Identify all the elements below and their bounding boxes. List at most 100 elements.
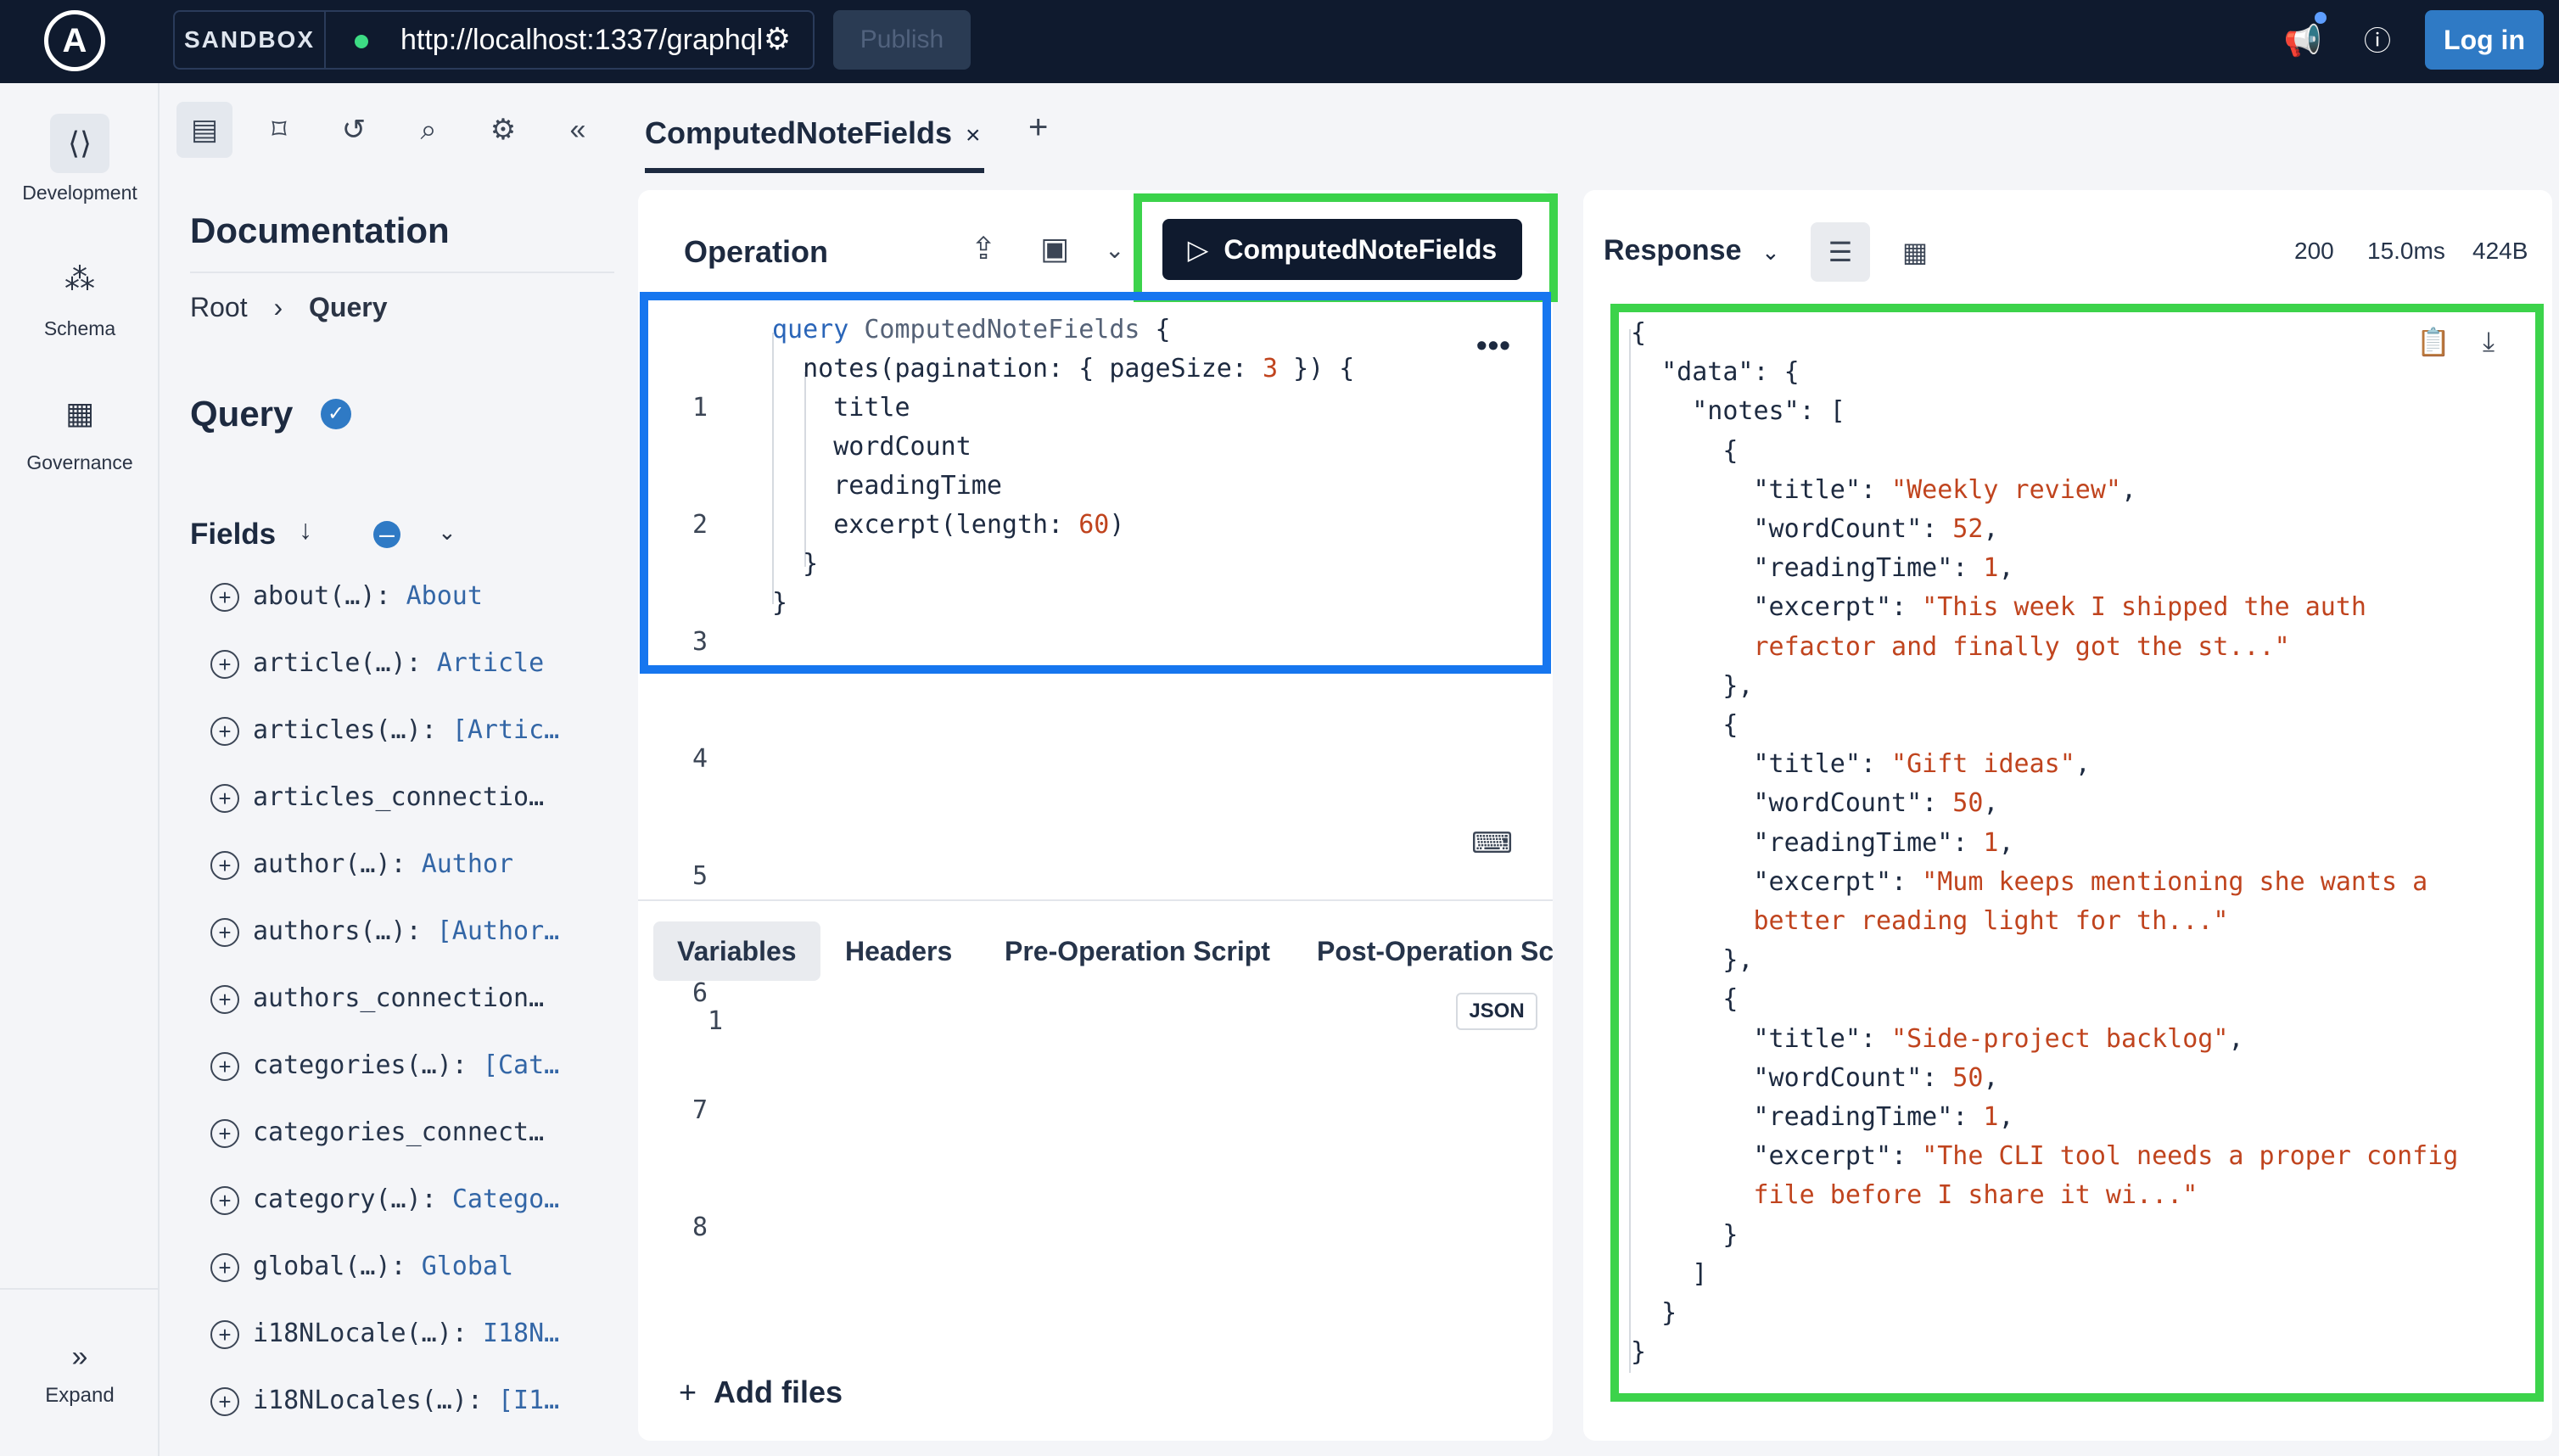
more-options-icon[interactable]: ••• [1476,328,1511,363]
add-field-icon[interactable]: + [210,716,239,746]
tab-pre-operation-script[interactable]: Pre-Operation Script [1005,921,1270,981]
response-label: Response [1604,234,1742,266]
add-field-icon[interactable]: + [210,649,239,679]
field-row[interactable]: + about(…): About [210,575,609,618]
collapse-icon[interactable]: « [550,102,606,158]
add-field-icon[interactable]: + [210,1252,239,1282]
left-nav: ⟨⟩ Development ⁂ Schema ▦ Governance » E… [0,83,160,1456]
field-row[interactable]: + author(…): Author [210,843,609,886]
add-field-icon[interactable]: + [210,1386,239,1416]
json-toggle-button[interactable]: JSON [1456,993,1537,1030]
search-icon[interactable]: ⌕ [400,102,456,158]
add-field-icon[interactable]: + [210,783,239,813]
publish-button[interactable]: Publish [833,10,971,70]
json-line: } [1631,1219,1739,1250]
help-icon[interactable]: ⓘ [2357,20,2398,61]
field-name: authors(…): [253,916,437,946]
field-type[interactable]: [Artic… [452,715,559,745]
field-row[interactable]: + authors(…): [Author… [210,910,609,953]
field-type[interactable]: [I1… [498,1386,559,1415]
field-row[interactable]: + global(…): Global [210,1246,609,1288]
response-tree-view-icon[interactable]: ☰ [1811,222,1870,282]
add-field-icon[interactable]: + [210,1185,239,1215]
tab-variables[interactable]: Variables [653,921,820,981]
field-name: article(…): [253,648,437,678]
breadcrumb-root[interactable]: Root [190,292,248,322]
field-name: global(…): [253,1252,422,1281]
response-title[interactable]: Response ⌄ [1604,234,1780,267]
nav-development[interactable]: ⟨⟩ Development [0,114,160,204]
settings-icon[interactable]: ⚙ [475,102,531,158]
tab-computednotefields[interactable]: ComputedNoteFields × [645,115,981,151]
variables-line-number: 1 [708,1006,724,1036]
add-field-icon[interactable]: + [210,1118,239,1148]
add-field-icon[interactable]: + [210,917,239,947]
field-type[interactable]: I18N… [483,1319,559,1348]
apollo-logo[interactable]: A [44,10,105,71]
add-files-button[interactable]: + Add files [679,1375,843,1410]
save-icon[interactable]: ▣ [1040,231,1069,266]
add-field-icon[interactable]: + [210,850,239,880]
field-type[interactable]: Global [422,1252,513,1281]
field-row[interactable]: + i18NLocales(…): [I1… [210,1380,609,1422]
field-row[interactable]: + categories_connect… [210,1112,609,1154]
field-row[interactable]: + article(…): Article [210,642,609,685]
bookmark-icon[interactable]: ⌑ [251,102,307,158]
add-field-icon[interactable]: + [210,582,239,612]
add-field-icon[interactable]: + [210,1051,239,1081]
nav-schema[interactable]: ⁂ Schema [0,249,160,340]
close-icon[interactable]: × [966,121,981,149]
field-name: i18NLocales(…): [253,1386,498,1415]
json-line: "readingTime": 1, [1631,827,2014,858]
run-operation-button[interactable]: ▷ ComputedNoteFields [1162,219,1522,280]
verified-check-icon: ✓ [321,399,351,429]
field-type[interactable]: Article [437,648,544,678]
login-button[interactable]: Log in [2425,10,2544,70]
query-editor[interactable]: query ComputedNoteFields { notes(paginat… [772,311,1354,623]
field-type[interactable]: [Author… [437,916,560,946]
field-row[interactable]: + authors_connection… [210,977,609,1020]
expand-button[interactable]: » Expand [0,1288,160,1408]
field-row[interactable]: + category(…): Catego… [210,1179,609,1221]
add-field-icon[interactable]: + [210,984,239,1014]
tab-post-operation-script[interactable]: Post-Operation Sc [1317,921,1553,981]
field-name: articles(…): [253,715,452,745]
field-type[interactable]: [Cat… [483,1050,559,1080]
connection-status-dot [355,35,368,48]
remove-all-icon[interactable]: – [373,520,400,548]
docs-icon[interactable]: ▤ [176,102,232,158]
json-line: { [1631,984,1739,1015]
json-line: "wordCount": 52, [1631,514,1999,545]
breadcrumb-current: Query [309,292,388,322]
editor-line-numbers: 1 2 3 4 5 6 7 8 [692,393,708,1242]
keyboard-icon[interactable]: ⌨ [1471,826,1513,860]
response-json: { "data": { "notes": [ { "title": "Weekl… [1631,314,2458,1372]
nav-label: Development [22,182,137,204]
history-icon[interactable]: ↺ [326,102,382,158]
share-icon[interactable]: ⇪ [971,231,996,266]
chevron-down-icon[interactable]: ⌄ [1105,236,1124,264]
sort-arrow-down-icon[interactable]: ↓ [299,514,312,546]
response-table-view-icon[interactable]: ▦ [1885,222,1945,282]
tab-headers[interactable]: Headers [845,921,952,981]
settings-gear-icon[interactable]: ⚙ [760,22,794,56]
download-icon[interactable]: ⤓ [2483,326,2495,358]
field-row[interactable]: + articles(…): [Artic… [210,709,609,752]
field-type[interactable]: About [406,581,483,611]
field-row[interactable]: + articles_connectio… [210,776,609,819]
chevron-down-icon[interactable]: ⌄ [438,519,456,546]
field-row[interactable]: + categories(…): [Cat… [210,1044,609,1087]
megaphone-icon[interactable]: 📢 [2282,20,2323,61]
field-name: category(…): [253,1184,452,1214]
documentation-panel: ▤ ⌑ ↺ ⌕ ⚙ « Documentation Root › Query Q… [161,83,624,1456]
add-tab-icon[interactable]: + [1028,109,1048,147]
field-type[interactable]: Catego… [452,1184,559,1214]
nav-governance[interactable]: ▦ Governance [0,384,160,474]
double-chevron-right-icon: » [71,1341,88,1373]
divider [190,272,614,273]
field-row[interactable]: + i18NLocale(…): I18N… [210,1313,609,1355]
json-line: better reading light for th..." [1753,906,2229,937]
add-field-icon[interactable]: + [210,1319,239,1349]
field-type[interactable]: Author [422,849,513,879]
field-name: categories_connect… [253,1117,545,1147]
